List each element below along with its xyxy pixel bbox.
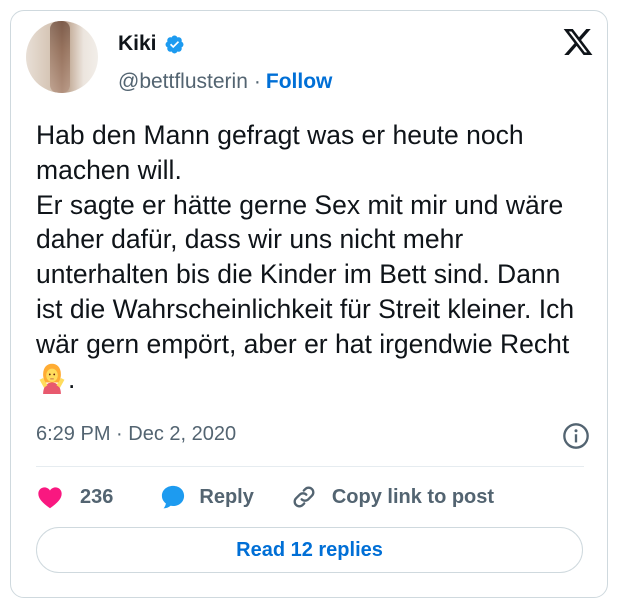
verified-badge-icon — [165, 35, 183, 53]
x-logo-icon[interactable] — [562, 26, 594, 58]
reply-button[interactable]: Reply — [159, 483, 254, 511]
avatar[interactable] — [26, 21, 98, 93]
copy-link-button[interactable]: Copy link to post — [290, 483, 494, 511]
follow-button[interactable]: Follow — [266, 70, 333, 94]
tweet-body: Hab den Mann gefragt was er heute noch m… — [36, 120, 575, 359]
divider — [36, 466, 584, 467]
tweet-text: Hab den Mann gefragt was er heute noch m… — [36, 118, 592, 396]
person-shrugging-emoji — [39, 363, 65, 394]
author-name[interactable]: Kiki — [118, 32, 157, 56]
timestamp[interactable]: 6:29 PM · Dec 2, 2020 — [36, 423, 236, 446]
like-button[interactable]: 236 — [36, 483, 113, 511]
link-icon — [293, 486, 315, 508]
heart-icon — [38, 487, 62, 509]
author-name-row: Kiki — [118, 32, 185, 56]
read-replies-label: Read 12 replies — [236, 538, 383, 561]
reply-bubble-icon — [162, 485, 185, 509]
info-icon[interactable] — [562, 422, 590, 450]
read-replies-button[interactable]: Read 12 replies — [36, 527, 583, 573]
author-handle[interactable]: @bettflusterin — [118, 70, 248, 94]
separator-dot: · — [253, 70, 261, 93]
tweet-trailing: . — [68, 363, 76, 394]
reply-label: Reply — [199, 485, 254, 508]
like-count: 236 — [80, 485, 114, 508]
action-bar: 236 Reply Copy link to post — [36, 482, 494, 512]
copy-link-label: Copy link to post — [331, 485, 495, 508]
author-handle-row: @bettflusterin · Follow — [118, 70, 332, 94]
